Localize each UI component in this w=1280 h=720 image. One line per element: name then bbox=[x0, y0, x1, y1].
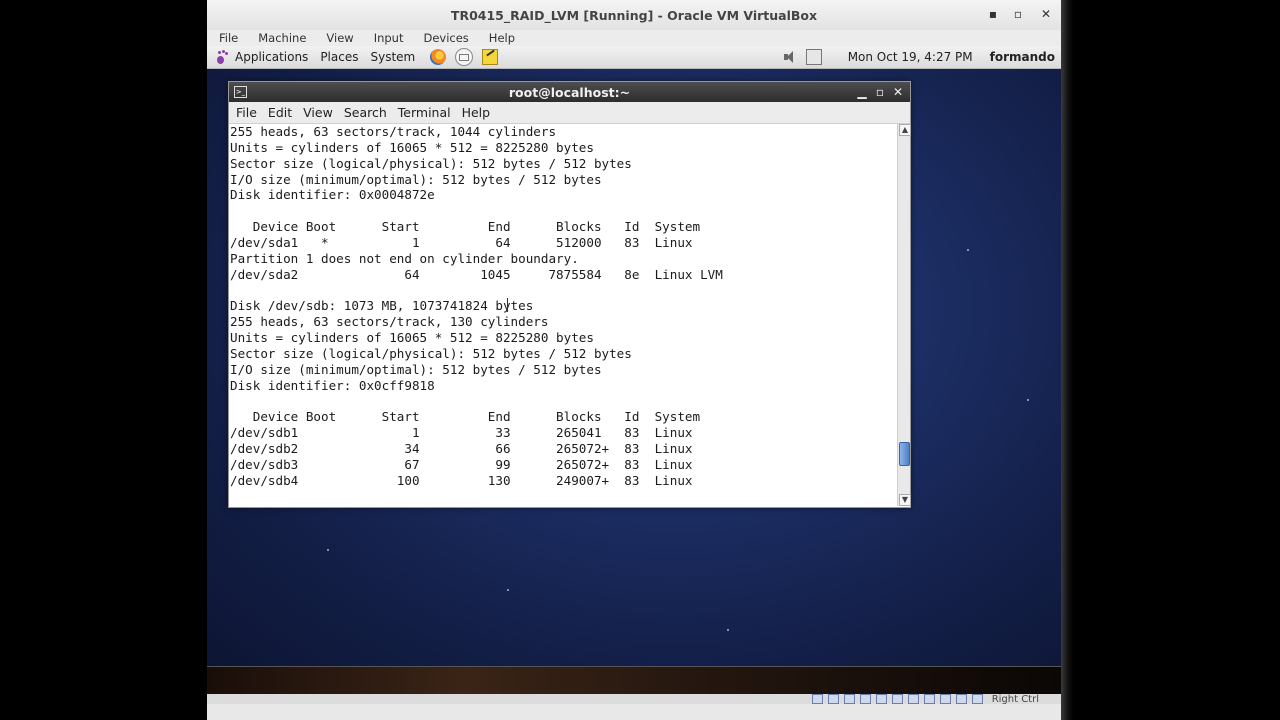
places-label: Places bbox=[320, 50, 359, 64]
terminal-line: /dev/sda2 64 1045 7875584 8e Linux LVM bbox=[230, 266, 723, 282]
shared-folders-status-icon[interactable] bbox=[891, 694, 903, 704]
terminal-line: 255 heads, 63 sectors/track, 1044 cylind… bbox=[230, 124, 557, 139]
scroll-up-arrow-icon[interactable]: ▲ bbox=[899, 124, 911, 136]
maximize-icon[interactable]: ▫ bbox=[1010, 7, 1026, 21]
virtualbox-title: TR0415_RAID_LVM [Running] - Oracle VM Vi… bbox=[450, 7, 818, 23]
virtualbox-titlebar[interactable]: TR0415_RAID_LVM [Running] - Oracle VM Vi… bbox=[207, 0, 1061, 31]
menu-devices[interactable]: Devices bbox=[423, 31, 468, 45]
gnome-top-panel: Applications Places System Mon Oct 19, 4… bbox=[207, 46, 1061, 69]
virtualbox-statusbar: Right Ctrl bbox=[207, 693, 1061, 705]
terminal-close-icon[interactable]: ✕ bbox=[891, 85, 905, 99]
terminal-line: /dev/sdb3 67 99 265072+ 83 Linux bbox=[230, 456, 693, 472]
terminal-titlebar[interactable]: >_ root@localhost:~ ▁ ▫ ✕ bbox=[229, 82, 910, 102]
terminal-line: /dev/sdb4 100 130 249007+ 83 Linux bbox=[230, 472, 693, 488]
terminal-line: Units = cylinders of 16065 * 512 = 82252… bbox=[230, 139, 594, 155]
terminal-menu-file[interactable]: File bbox=[236, 105, 257, 120]
menu-file[interactable]: File bbox=[219, 31, 238, 45]
hdd-status-icon[interactable] bbox=[811, 694, 823, 704]
terminal-line: I/O size (minimum/optimal): 512 bytes / … bbox=[230, 171, 602, 187]
close-icon[interactable]: ✕ bbox=[1038, 7, 1054, 21]
terminal-icon: >_ bbox=[234, 86, 247, 98]
window-bottom-edge bbox=[207, 704, 1061, 720]
keyboard-capture-icon[interactable] bbox=[971, 694, 983, 704]
menu-input[interactable]: Input bbox=[374, 31, 404, 45]
terminal-line: Device Boot Start End Blocks Id System bbox=[230, 409, 701, 425]
terminal-line: I/O size (minimum/optimal): 512 bytes / … bbox=[230, 361, 602, 377]
terminal-line bbox=[229, 203, 897, 219]
firefox-launcher[interactable] bbox=[430, 49, 447, 65]
virtualbox-menubar: File Machine View Input Devices Help bbox=[207, 30, 1061, 46]
panel-tray: Mon Oct 19, 4:27 PM formando bbox=[783, 46, 1055, 68]
gnome-foot-icon bbox=[216, 50, 230, 64]
terminal-maximize-icon[interactable]: ▫ bbox=[873, 85, 887, 99]
terminal-menu-help[interactable]: Help bbox=[462, 105, 491, 120]
audio-status-icon[interactable] bbox=[843, 694, 855, 704]
terminal-minimize-icon[interactable]: ▁ bbox=[855, 85, 869, 99]
usb-status-icon[interactable] bbox=[875, 694, 887, 704]
menu-machine[interactable]: Machine bbox=[258, 31, 306, 45]
display-status-icon[interactable] bbox=[907, 694, 919, 704]
host-key-label: Right Ctrl bbox=[991, 693, 1039, 705]
minimize-icon[interactable]: ▪ bbox=[985, 7, 1001, 21]
note-editor-icon bbox=[482, 49, 499, 65]
speaker-icon[interactable] bbox=[783, 51, 796, 63]
terminal-menu-view[interactable]: View bbox=[303, 105, 333, 120]
clock[interactable]: Mon Oct 19, 4:27 PM bbox=[848, 50, 973, 64]
guest-bottom-panel bbox=[207, 666, 1061, 695]
scrollbar-thumb[interactable] bbox=[899, 442, 910, 466]
terminal-line: Units = cylinders of 16065 * 512 = 82252… bbox=[230, 329, 594, 345]
system-menu[interactable]: System bbox=[370, 50, 415, 64]
terminal-menubar: File Edit View Search Terminal Help bbox=[229, 102, 910, 124]
window-edge-shadow bbox=[1061, 0, 1073, 720]
terminal-line: Device Boot Start End Blocks Id System bbox=[230, 219, 701, 235]
terminal-line: Sector size (logical/physical): 512 byte… bbox=[230, 345, 632, 361]
terminal-line: /dev/sdb2 34 66 265072+ 83 Linux bbox=[230, 440, 693, 456]
applications-label: Applications bbox=[235, 50, 309, 64]
terminal-line: Partition 1 does not end on cylinder bou… bbox=[230, 250, 579, 266]
user-menu[interactable]: formando bbox=[990, 50, 1055, 64]
terminal-line: /dev/sda1 * 1 64 512000 83 Linux bbox=[230, 234, 693, 250]
terminal-scrollbar[interactable]: ▲ ▼ bbox=[897, 124, 911, 506]
capture-status-icon[interactable] bbox=[923, 694, 935, 704]
terminal-line: 255 heads, 63 sectors/track, 130 cylinde… bbox=[230, 314, 549, 330]
terminal-line: Sector size (logical/physical): 512 byte… bbox=[230, 155, 632, 171]
network-status-icon[interactable] bbox=[859, 694, 871, 704]
terminal-window: >_ root@localhost:~ ▁ ▫ ✕ File Edit View… bbox=[228, 81, 911, 508]
terminal-line: Disk identifier: 0x0cff9818 bbox=[230, 377, 435, 393]
terminal-line: Disk identifier: 0x0004872e bbox=[230, 187, 435, 203]
optical-status-icon[interactable] bbox=[827, 694, 839, 704]
terminal-line: Disk /dev/sdb: 1073 MB, 1073741824 bytes bbox=[230, 298, 534, 314]
mouse-integration-icon[interactable] bbox=[955, 694, 967, 704]
system-label: System bbox=[370, 50, 416, 64]
terminal-line bbox=[229, 393, 897, 409]
scroll-down-arrow-icon[interactable]: ▼ bbox=[899, 494, 911, 506]
applications-menu[interactable]: Applications bbox=[216, 50, 308, 64]
menu-view[interactable]: View bbox=[326, 31, 353, 45]
menu-help[interactable]: Help bbox=[489, 31, 515, 45]
places-menu[interactable]: Places bbox=[320, 50, 358, 64]
note-launcher[interactable] bbox=[482, 49, 499, 65]
mail-launcher[interactable] bbox=[455, 48, 474, 66]
terminal-menu-terminal[interactable]: Terminal bbox=[398, 105, 451, 120]
network-icon[interactable] bbox=[805, 49, 822, 65]
terminal-line: /dev/sdb1 1 33 265041 83 Linux bbox=[230, 425, 693, 441]
terminal-line bbox=[229, 282, 897, 298]
terminal-menu-search[interactable]: Search bbox=[344, 105, 387, 120]
terminal-menu-edit[interactable]: Edit bbox=[268, 105, 292, 120]
terminal-output[interactable]: 255 heads, 63 sectors/track, 1044 cylind… bbox=[229, 124, 897, 506]
mail-icon bbox=[455, 48, 474, 66]
mouse-text-cursor bbox=[507, 298, 508, 312]
terminal-title: root@localhost:~ bbox=[508, 84, 631, 100]
cpu-status-icon[interactable] bbox=[939, 694, 951, 704]
firefox-icon bbox=[430, 49, 447, 65]
